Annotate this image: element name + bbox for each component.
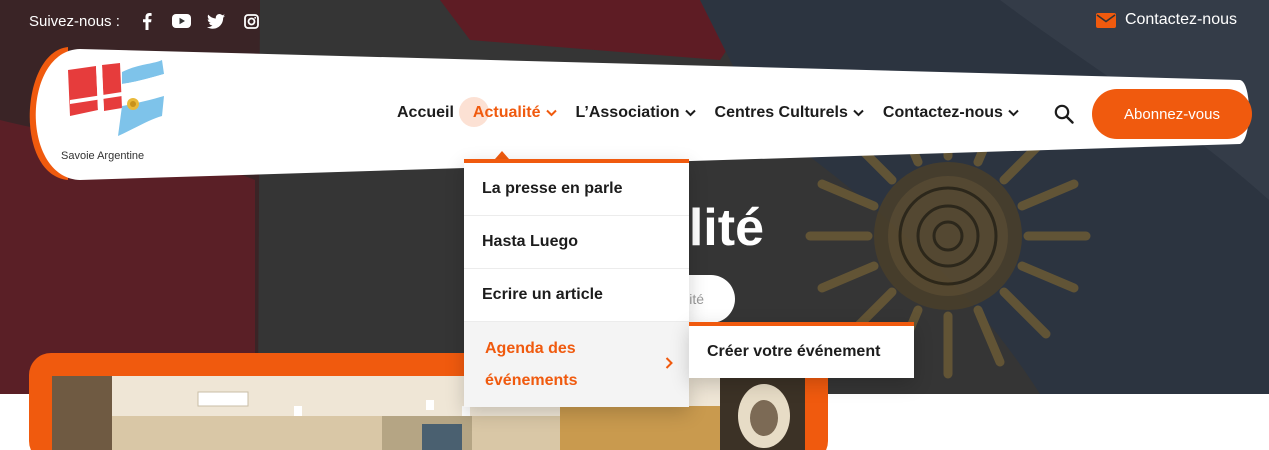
facebook-icon[interactable]	[137, 11, 157, 31]
dropdown-item-label: Hasta Luego	[482, 233, 579, 250]
brand-name: Savoie Argentine	[61, 150, 145, 162]
nav-item-association[interactable]: L’Association	[576, 104, 696, 122]
submenu-item-creer-evenement[interactable]: Créer votre événement	[689, 322, 914, 378]
dropdown-item-agenda[interactable]: Agenda des événements	[464, 322, 689, 407]
nav-item-contactez-nous[interactable]: Contactez-nous	[883, 104, 1019, 122]
nav-item-centres-culturels[interactable]: Centres Culturels	[715, 104, 864, 122]
twitter-icon[interactable]	[206, 11, 226, 31]
chevron-right-icon	[665, 349, 673, 381]
nav-item-label: Centres Culturels	[714, 104, 848, 121]
featured-card-image[interactable]	[52, 376, 805, 450]
instagram-icon[interactable]	[241, 11, 261, 31]
nav-item-label: Accueil	[397, 104, 454, 121]
dropdown-item-ecrire-article[interactable]: Ecrire un article	[464, 269, 689, 322]
dropdown-item-label: Agenda des événements	[485, 339, 578, 389]
museum-photo	[52, 376, 805, 450]
dropdown-item-label: La presse en parle	[482, 180, 623, 197]
breadcrumb-current: ité	[689, 291, 704, 307]
envelope-icon	[1095, 12, 1116, 28]
flag-logo-icon	[68, 60, 164, 136]
chevron-down-icon	[853, 109, 864, 117]
dropdown-item-label: Ecrire un article	[482, 286, 603, 303]
youtube-icon[interactable]	[171, 11, 191, 31]
actualite-dropdown: La presse en parle Hasta Luego Ecrire un…	[464, 159, 689, 407]
nav-item-label: L’Association	[575, 104, 680, 121]
contact-link-label: Contactez-nous	[1124, 11, 1237, 28]
main-nav: Accueil Actualité L’Association Centres …	[397, 97, 1038, 127]
contact-link-top[interactable]: Contactez-nous	[1095, 11, 1237, 29]
chevron-down-icon	[1008, 109, 1019, 117]
chevron-down-icon	[684, 109, 696, 117]
follow-label: Suivez-nous :	[29, 13, 120, 30]
chevron-down-icon	[545, 109, 557, 117]
nav-item-label: Contactez-nous	[882, 104, 1003, 121]
nav-item-accueil[interactable]: Accueil	[397, 104, 454, 122]
submenu-item-label: Créer votre événement	[707, 343, 881, 360]
dropdown-item-presse[interactable]: La presse en parle	[464, 163, 689, 216]
search-icon[interactable]	[1054, 104, 1074, 124]
nav-item-actualite[interactable]: Actualité	[458, 97, 557, 127]
dropdown-item-hasta-luego[interactable]: Hasta Luego	[464, 216, 689, 269]
dropdown-caret	[495, 151, 509, 159]
nav-item-label: Actualité	[472, 104, 541, 121]
subscribe-button[interactable]: Abonnez-vous	[1092, 89, 1252, 139]
